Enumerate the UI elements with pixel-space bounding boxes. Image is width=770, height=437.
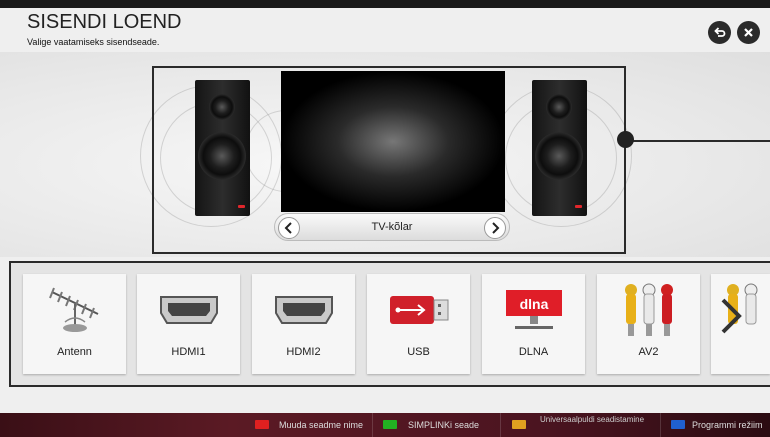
rca-connectors-icon bbox=[597, 283, 700, 336]
yellow-key-icon bbox=[512, 420, 526, 429]
divider bbox=[660, 413, 661, 437]
red-key-label[interactable]: Muuda seadme nime bbox=[279, 420, 363, 430]
input-label: DLNA bbox=[518, 346, 549, 358]
usb-icon bbox=[367, 284, 470, 336]
input-tile-partial[interactable] bbox=[711, 274, 770, 374]
input-label: HDMI1 bbox=[171, 346, 206, 358]
dlna-icon: dlna bbox=[482, 284, 585, 336]
tv-screen bbox=[281, 71, 505, 212]
green-key-label[interactable]: SIMPLINKi seade bbox=[408, 420, 479, 430]
input-tile-dlna[interactable]: dlna DLNA bbox=[482, 274, 585, 374]
next-output-button[interactable] bbox=[484, 217, 506, 239]
close-button[interactable] bbox=[737, 21, 760, 44]
blue-key-icon bbox=[671, 420, 685, 429]
red-key-icon bbox=[255, 420, 269, 429]
divider bbox=[372, 413, 373, 437]
input-tile-hdmi2[interactable]: HDMI2 bbox=[252, 274, 355, 374]
color-key-bar: Muuda seadme nime SIMPLINKi seade Univer… bbox=[0, 413, 770, 437]
top-edge-bar bbox=[0, 0, 770, 8]
left-speaker bbox=[195, 80, 250, 216]
input-tile-usb[interactable]: USB bbox=[367, 274, 470, 374]
connector-dot bbox=[617, 131, 634, 148]
back-icon bbox=[714, 27, 726, 37]
chevron-right-icon bbox=[492, 222, 500, 234]
dlna-logo-text: dlna bbox=[519, 296, 548, 312]
selected-output-label: TV-kõlar bbox=[371, 221, 413, 233]
page-subtitle: Valige vaatamiseks sisendseade. bbox=[27, 37, 160, 47]
output-selector: TV-kõlar bbox=[274, 213, 510, 241]
input-tile-hdmi1[interactable]: HDMI1 bbox=[137, 274, 240, 374]
input-label: HDMI2 bbox=[286, 346, 321, 358]
input-tile-av2[interactable]: AV2 bbox=[597, 274, 700, 374]
back-button[interactable] bbox=[708, 21, 731, 44]
hdmi-icon bbox=[137, 284, 240, 336]
antenna-icon bbox=[23, 284, 126, 336]
right-speaker bbox=[532, 80, 587, 216]
yellow-key-label[interactable]: Universaalpuldi seadistamine bbox=[540, 415, 650, 425]
blue-key-label[interactable]: Programmi režiim bbox=[692, 420, 763, 430]
input-label: AV2 bbox=[638, 346, 659, 358]
input-label: USB bbox=[407, 346, 430, 358]
green-key-icon bbox=[383, 420, 397, 429]
close-icon bbox=[744, 28, 753, 37]
page-title: SISENDI LOEND bbox=[27, 11, 182, 33]
input-tile-antenn[interactable]: Antenn bbox=[23, 274, 126, 374]
connector-line bbox=[626, 140, 770, 142]
rca-connectors-icon bbox=[711, 283, 770, 336]
input-label: Antenn bbox=[57, 346, 92, 358]
divider bbox=[500, 413, 501, 437]
hdmi-icon bbox=[252, 284, 355, 336]
